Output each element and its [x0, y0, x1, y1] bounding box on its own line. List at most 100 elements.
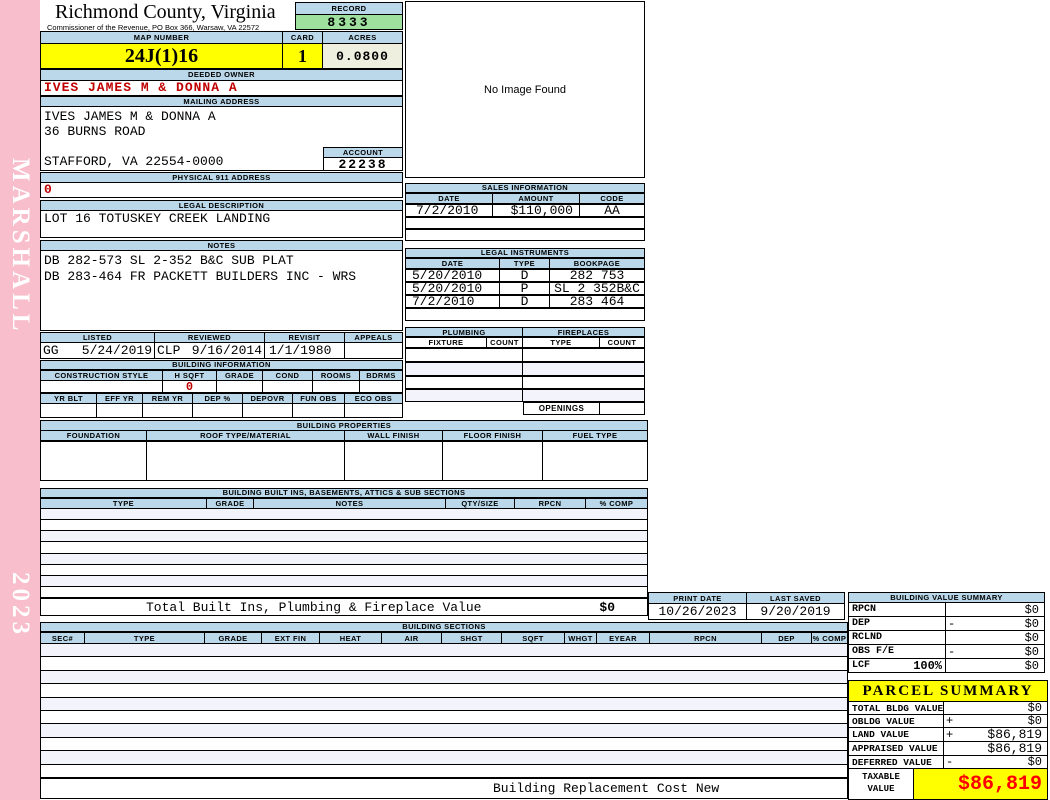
- builtins-grade-label: GRADE: [207, 498, 254, 509]
- building-value-summary-title: BUILDING VALUE SUMMARY: [848, 592, 1045, 603]
- built-ins-empty-rows: [40, 509, 648, 598]
- bvs-label-text: RCLND: [852, 632, 883, 643]
- yrblt-value: [40, 403, 97, 418]
- bvs-row-rpcn: RPCN $0: [848, 603, 1045, 617]
- account-value: 22238: [323, 157, 403, 171]
- sales-row: 7/2/2010 $110,000 AA: [405, 204, 645, 217]
- print-date-value: 10/26/2023: [648, 603, 747, 620]
- listed-date: 5/24/2019: [81, 343, 152, 358]
- listed-code: GG: [43, 343, 59, 358]
- bvs-value: $0: [1024, 631, 1039, 644]
- instrument-empty-row: [405, 308, 645, 321]
- bs-extfin-label: EXT FIN: [262, 632, 320, 644]
- plumbing-empty-row: [405, 348, 645, 362]
- bvs-value: $0: [1024, 645, 1039, 658]
- bvs-label-text: OBS F/E: [852, 646, 895, 657]
- bvs-row-rclnd: RCLND $0: [848, 631, 1045, 645]
- builtins-notes-label: NOTES: [254, 498, 446, 509]
- fireplace-count-label: COUNT: [600, 337, 645, 348]
- ps-value: $0: [1027, 715, 1042, 727]
- instrument-bookpage: SL 2 352B&C: [550, 282, 645, 295]
- map-number-value: 24J(1)16: [40, 43, 283, 69]
- ps-value: $0: [1027, 702, 1042, 714]
- bvs-label-text: DEP: [852, 618, 871, 629]
- bs-air-label: AIR: [382, 632, 442, 644]
- bs-eyear-label: EYEAR: [597, 632, 650, 644]
- sales-date-label: DATE: [405, 193, 493, 204]
- property-record-card: MARSHALL 2023 Richmond County, Virginia …: [0, 0, 1050, 800]
- instrument-type-label: TYPE: [500, 258, 550, 269]
- built-ins-title: BUILDING BUILT INS, BASEMENTS, ATTICS & …: [40, 488, 648, 498]
- bvs-operator: -: [948, 645, 956, 658]
- construction-style-value: [40, 380, 163, 393]
- instrument-type: D: [500, 269, 550, 282]
- plumbing-empty-row: [405, 376, 645, 389]
- year-strip: MARSHALL 2023: [0, 0, 40, 800]
- funobs-value: [293, 403, 345, 418]
- hsqft-value: 0: [163, 380, 217, 393]
- ps-row-deferred: DEFERRED VALUE - $0: [848, 756, 1048, 769]
- appeals-value: [345, 342, 403, 359]
- acres-value: 0.0800: [323, 43, 403, 69]
- county-title: Richmond County, Virginia: [55, 1, 276, 23]
- builtins-rpcn-label: RPCN: [515, 498, 586, 509]
- building-sections-footer: Building Replacement Cost New: [40, 778, 848, 799]
- bvs-value: $0: [1024, 659, 1039, 672]
- fuel-type-value: [543, 441, 648, 481]
- ps-label-text: DEFERRED VALUE: [849, 756, 944, 768]
- depovr-value: [243, 403, 293, 418]
- building-sections-empty-rows: [40, 644, 848, 779]
- fireplace-type-label: TYPE: [523, 337, 600, 348]
- instrument-bookpage: 283 464: [550, 295, 645, 308]
- ps-row-taxable: TAXABLE VALUE $86,819: [848, 769, 1048, 800]
- plumbing-title: PLUMBING: [405, 327, 523, 337]
- sales-empty-row: [405, 217, 645, 229]
- fixture-count-label: COUNT: [487, 337, 523, 348]
- instrument-date: 5/20/2010: [405, 269, 500, 282]
- sale-date: 7/2/2010: [405, 204, 493, 217]
- openings-label: OPENINGS: [523, 402, 600, 415]
- sale-code: AA: [580, 204, 645, 217]
- year-vertical-label: 2023: [7, 572, 34, 638]
- bvs-label-text: RPCN: [852, 604, 877, 615]
- instrument-date: 5/20/2010: [405, 282, 500, 295]
- bvs-label-text: LCF: [852, 660, 871, 671]
- bs-heat-label: HEAT: [320, 632, 382, 644]
- instrument-type: D: [500, 295, 550, 308]
- fixture-label: FIXTURE: [405, 337, 487, 348]
- bs-grade-label: GRADE: [205, 632, 262, 644]
- builtins-type-label: TYPE: [40, 498, 207, 509]
- builtins-qty-label: QTY/SIZE: [446, 498, 515, 509]
- ps-operator: +: [946, 715, 954, 727]
- bvs-operator: -: [948, 617, 956, 630]
- instrument-date: 7/2/2010: [405, 295, 500, 308]
- effyr-value: [97, 403, 143, 418]
- bs-type-label: TYPE: [85, 632, 205, 644]
- mailing-line: IVES JAMES M & DONNA A: [44, 109, 216, 124]
- sales-code-label: CODE: [580, 193, 645, 204]
- roof-type-value: [147, 441, 345, 481]
- ps-row-total-bldg: TOTAL BLDG VALUE $0: [848, 702, 1048, 715]
- bs-shgt-label: SHGT: [442, 632, 502, 644]
- built-ins-total-row: Total Built Ins, Plumbing & Fireplace Va…: [40, 598, 648, 616]
- ps-label-text: OBLDG VALUE: [849, 715, 944, 727]
- ecoobs-value: [345, 403, 403, 418]
- bvs-value: $0: [1024, 603, 1039, 616]
- built-ins-total-label: Total Built Ins, Plumbing & Fireplace Va…: [146, 599, 482, 615]
- built-ins-total-value: $0: [599, 599, 615, 615]
- ps-label-text: APPRAISED VALUE: [849, 742, 944, 755]
- replacement-cost-label: Building Replacement Cost New: [493, 781, 720, 796]
- cond-value: [263, 380, 313, 393]
- mailing-line: 36 BURNS ROAD: [44, 124, 146, 139]
- bvs-label-suffix: 100%: [913, 659, 942, 672]
- deeded-owner-value: IVES JAMES M & DONNA A: [40, 80, 403, 96]
- instrument-type: P: [500, 282, 550, 295]
- bs-sqft-label: SQFT: [502, 632, 565, 644]
- instrument-row: 5/20/2010 D 282 753: [405, 269, 645, 282]
- bdrms-value: [360, 380, 403, 393]
- ps-value: $86,819: [987, 742, 1042, 755]
- sales-empty-row: [405, 229, 645, 241]
- floor-finish-label: FLOOR FINISH: [443, 430, 543, 441]
- card-value: 1: [283, 43, 323, 69]
- grade-value: [217, 380, 263, 393]
